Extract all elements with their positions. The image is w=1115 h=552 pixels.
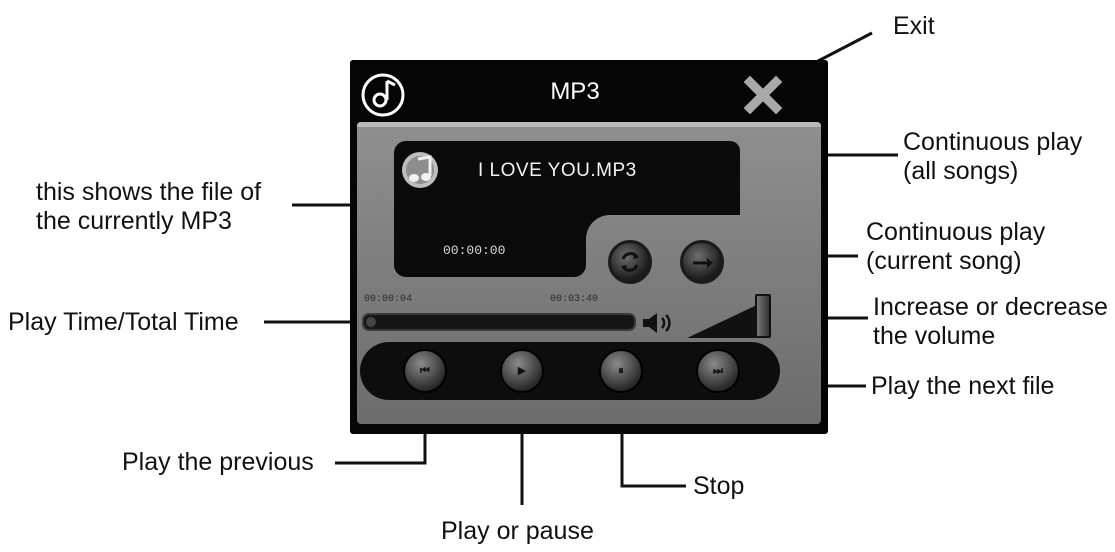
next-callout: Play the next file <box>871 372 1055 400</box>
progress-bar[interactable] <box>362 313 636 331</box>
close-icon[interactable] <box>744 76 782 114</box>
volume-handle[interactable] <box>755 294 771 338</box>
window-title: MP3 <box>550 78 600 105</box>
track-name: I LOVE YOU.MP3 <box>478 160 637 181</box>
file-callout: this shows the file of the currently MP3 <box>36 178 262 235</box>
pause-button[interactable]: ⏸ <box>599 349 643 393</box>
repeat-all-button[interactable] <box>608 240 652 284</box>
previous-callout: Play the previous <box>122 448 314 476</box>
play-pause-callout: Play or pause <box>441 517 594 545</box>
music-disc-icon[interactable] <box>360 72 406 118</box>
volume-callout: Increase or decrease the volume <box>873 293 1108 350</box>
volume-slider[interactable] <box>687 300 759 338</box>
previous-icon: ⏮ <box>420 364 430 377</box>
player-body-highlight <box>357 122 821 127</box>
play-icon: ▶ <box>517 364 527 377</box>
repeat-one-button[interactable] <box>680 240 724 284</box>
single-repeat-icon <box>693 258 713 268</box>
current-time: 00:00:04 <box>364 294 413 305</box>
music-note-icon <box>402 152 438 188</box>
speaker-icon <box>643 313 671 333</box>
title-bar: MP3 <box>350 60 828 122</box>
exit-callout: Exit <box>893 12 935 40</box>
next-icon: ⏭ <box>713 364 723 377</box>
pause-icon: ⏸ <box>618 364 624 377</box>
elapsed-time: 00:00:00 <box>443 243 506 258</box>
repeat-one-callout: Continuous play (current song) <box>866 218 1046 275</box>
repeat-icon <box>621 252 639 272</box>
play-time-callout: Play Time/Total Time <box>8 308 239 336</box>
progress-fill <box>366 317 376 327</box>
repeat-all-callout: Continuous play (all songs) <box>903 128 1083 185</box>
previous-button[interactable]: ⏮ <box>403 349 447 393</box>
total-time: 00:03:40 <box>550 294 599 305</box>
next-button[interactable]: ⏭ <box>696 349 740 393</box>
stop-callout: Stop <box>693 472 745 500</box>
play-button[interactable]: ▶ <box>500 349 544 393</box>
mp3-player-window: MP3 I LOVE YOU.MP3 00:00:00 00:00:04 00:… <box>350 60 828 434</box>
